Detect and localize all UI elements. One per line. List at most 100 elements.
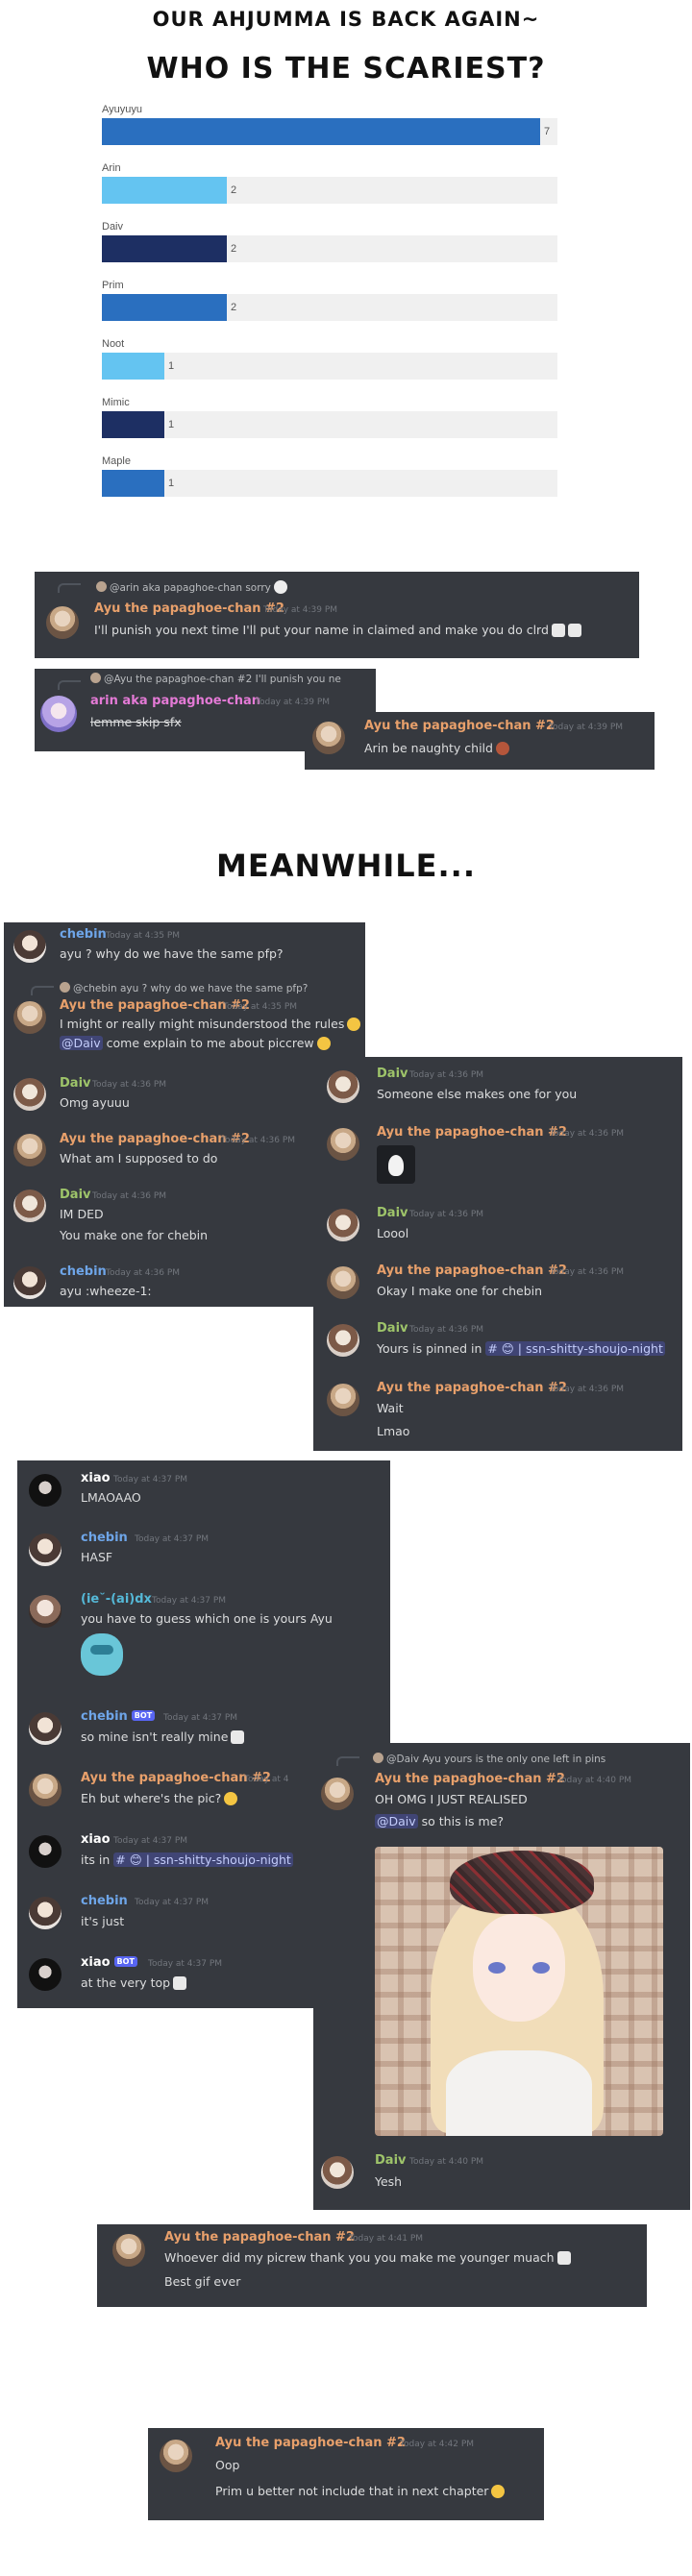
timestamp: Today at 4:37 PM — [135, 1534, 210, 1544]
poll-option-label: Noot — [102, 338, 125, 350]
avatar[interactable] — [29, 1712, 62, 1745]
eye-shape — [532, 1962, 550, 1974]
avatar[interactable] — [321, 2156, 354, 2189]
message-text: OH OMG I JUST REALISED — [375, 1792, 528, 1806]
username[interactable]: Daiv — [60, 1076, 91, 1091]
username[interactable]: Ayu the papaghoe-chan #2 — [164, 2230, 355, 2245]
channel-link[interactable]: # 😊 | ssn-shitty-shoujo-night — [113, 1852, 293, 1867]
timestamp: Today at 4 — [244, 1775, 289, 1784]
avatar[interactable] — [112, 2234, 145, 2267]
poll-option[interactable]: Daiv 2 — [102, 221, 557, 280]
username[interactable]: Ayu the papaghoe-chan #2 — [60, 998, 250, 1013]
username[interactable]: Ayu the papaghoe-chan #2 — [94, 601, 284, 616]
message-text: its in # 😊 | ssn-shitty-shoujo-night — [81, 1852, 293, 1867]
username[interactable]: Ayu the papaghoe-chan #2 — [364, 719, 555, 733]
message-text: @Daiv come explain to me about piccrew — [60, 1036, 331, 1050]
reply-preview[interactable]: @arin aka papaghoe-chan sorry — [96, 580, 287, 594]
username[interactable]: Ayu the papaghoe-chan #2 — [377, 1263, 567, 1278]
avatar[interactable] — [160, 2440, 192, 2472]
poll-bar — [102, 353, 164, 380]
username[interactable]: chebin — [81, 1531, 128, 1545]
avatar[interactable] — [327, 1266, 359, 1299]
message-text: Eh but where's the pic? — [81, 1791, 238, 1805]
username[interactable]: xiao — [81, 1832, 111, 1847]
avatar[interactable] — [29, 1774, 62, 1806]
chat-panel-d: @Daiv Ayu yours is the only one left in … — [313, 1743, 690, 2210]
timestamp: Today at 4:36 PM — [106, 1268, 181, 1278]
message-text: IM DED — [60, 1207, 104, 1221]
username[interactable]: Ayu the papaghoe-chan #2 — [215, 2436, 406, 2450]
avatar[interactable] — [13, 1266, 46, 1299]
username[interactable]: Daiv — [377, 1206, 408, 1220]
poll-option-label: Mimic — [102, 397, 130, 408]
avatar[interactable] — [29, 1897, 62, 1929]
username[interactable]: chebin — [60, 1264, 107, 1279]
username[interactable]: Daiv — [377, 1321, 408, 1336]
avatar[interactable] — [13, 1190, 46, 1222]
timestamp: Today at 4:36 PM — [550, 1385, 625, 1394]
bot-badge: BOT — [131, 1710, 156, 1721]
avatar[interactable] — [46, 606, 79, 639]
message-text: Best gif ever — [164, 2274, 241, 2289]
message-text: you have to guess which one is yours Ayu — [81, 1611, 333, 1626]
avatar[interactable] — [13, 1134, 46, 1166]
avatar[interactable] — [29, 1533, 62, 1566]
poll-option[interactable]: Prim 2 — [102, 280, 557, 338]
sticker-emoji-icon — [551, 624, 565, 637]
timestamp: Today at 4:37 PM — [148, 1959, 223, 1969]
username[interactable]: Daiv — [375, 2153, 407, 2168]
username[interactable]: Ayu the papaghoe-chan #2 — [81, 1771, 271, 1785]
reply-preview[interactable]: @Daiv Ayu yours is the only one left in … — [373, 1753, 606, 1765]
avatar[interactable] — [29, 1958, 62, 1991]
username[interactable]: xiao — [81, 1471, 111, 1485]
username[interactable]: Ayu the papaghoe-chan #2 — [377, 1125, 567, 1140]
avatar[interactable] — [29, 1474, 62, 1507]
timestamp: Today at 4:36 PM — [409, 1210, 484, 1219]
username[interactable]: Daiv — [377, 1067, 408, 1081]
avatar[interactable] — [13, 1078, 46, 1111]
username[interactable]: Ayu the papaghoe-chan #2 — [375, 1772, 565, 1786]
username[interactable]: arin aka papaghoe-chan — [90, 694, 260, 708]
poll-option[interactable]: Ayuyuyu 7 — [102, 104, 557, 162]
chat-panel-a: chebin Today at 4:35 PM ayu ? why do we … — [4, 922, 365, 1307]
reply-preview[interactable]: @Ayu the papaghoe-chan #2 I'll punish yo… — [90, 673, 341, 685]
sticker-emoji-icon — [567, 624, 581, 637]
poll-option[interactable]: Mimic 1 — [102, 397, 557, 455]
user-mention[interactable]: @Daiv — [375, 1814, 418, 1828]
avatar[interactable] — [321, 1778, 354, 1810]
poll-option[interactable]: Arin 2 — [102, 162, 557, 221]
avatar[interactable] — [13, 1001, 46, 1034]
avatar[interactable] — [327, 1324, 359, 1357]
poll-option[interactable]: Maple 1 — [102, 455, 557, 514]
avatar[interactable] — [312, 722, 345, 754]
avatar[interactable] — [327, 1128, 359, 1161]
username[interactable]: chebin — [60, 927, 107, 942]
username[interactable]: (ie˘-(ai)dx — [81, 1592, 152, 1607]
username[interactable]: Daiv — [60, 1188, 91, 1202]
poll-question-title: WHO IS THE SCARIEST? — [146, 52, 546, 86]
username[interactable]: Ayu the papaghoe-chan #2 — [377, 1381, 567, 1395]
message-text: Arin be naughty child — [364, 741, 509, 755]
reply-preview[interactable]: @chebin ayu ? why do we have the same pf… — [60, 982, 308, 994]
timestamp: Today at 4:36 PM — [221, 1136, 296, 1145]
username[interactable]: chebin BOT — [81, 1709, 156, 1724]
message-text: Oop — [215, 2458, 240, 2472]
avatar[interactable] — [29, 1595, 62, 1628]
message-text: I'll punish you next time I'll put your … — [94, 623, 581, 637]
username[interactable]: xiao BOT — [81, 1955, 137, 1970]
avatar[interactable] — [327, 1209, 359, 1241]
poll-vote-count: 1 — [168, 419, 175, 430]
picrew-image[interactable] — [375, 1847, 663, 2136]
message-text: Prim u better not include that in next c… — [215, 2484, 506, 2498]
user-mention[interactable]: @Daiv — [60, 1036, 103, 1050]
poll-option[interactable]: Noot 1 — [102, 338, 557, 397]
bot-badge: BOT — [113, 1956, 137, 1967]
avatar[interactable] — [29, 1835, 62, 1868]
channel-link[interactable]: # 😊 | ssn-shitty-shoujo-night — [485, 1341, 665, 1356]
avatar[interactable] — [13, 930, 46, 963]
username[interactable]: chebin — [81, 1894, 128, 1908]
avatar[interactable] — [327, 1070, 359, 1103]
avatar[interactable] — [40, 696, 77, 732]
avatar[interactable] — [327, 1384, 359, 1416]
poll-vote-count: 2 — [231, 184, 237, 196]
